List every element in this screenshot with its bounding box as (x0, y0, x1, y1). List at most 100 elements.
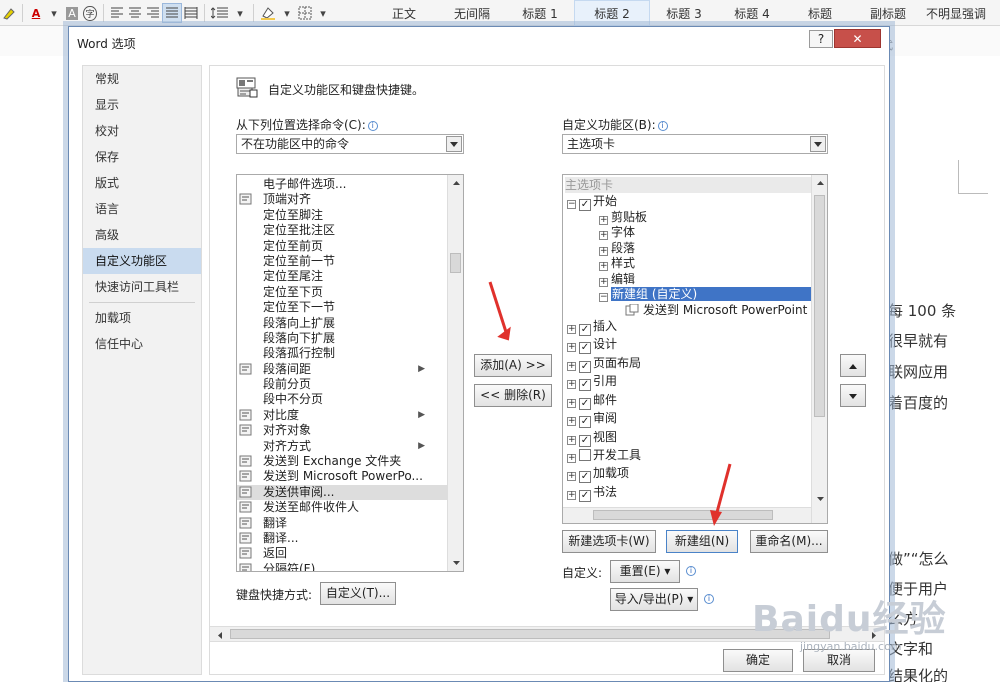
scrollbar-thumb[interactable] (593, 510, 773, 520)
expand-icon[interactable]: + (567, 343, 576, 352)
command-list-item[interactable]: 翻译 (237, 516, 447, 531)
expand-icon[interactable]: + (567, 472, 576, 481)
command-list-item[interactable]: 定位至下页 (237, 285, 447, 300)
expand-icon[interactable]: + (567, 325, 576, 334)
expand-icon[interactable]: + (567, 362, 576, 371)
help-button[interactable]: ? (809, 30, 833, 48)
scrollbar-thumb[interactable] (450, 253, 461, 273)
tree-item[interactable]: + 编辑 (599, 271, 635, 287)
command-list-item[interactable]: 发送到 Exchange 文件夹 (237, 454, 447, 469)
style-item[interactable]: 标题 3 (650, 0, 718, 26)
tree-item[interactable]: + 字体 (599, 224, 635, 240)
chevron-down-icon[interactable] (810, 136, 826, 152)
new-tab-button[interactable]: 新建选项卡(W) (562, 530, 656, 553)
highlight-color-button[interactable] (0, 3, 18, 23)
command-list-item[interactable]: 对齐对象 (237, 423, 447, 438)
scroll-down-icon[interactable] (448, 555, 463, 571)
collapse-icon[interactable]: − (567, 200, 576, 209)
command-list-item[interactable]: 定位至批注区 (237, 223, 447, 238)
scroll-left-icon[interactable] (212, 627, 228, 643)
import-export-button[interactable]: 导入/导出(P) ▾ (610, 588, 698, 611)
style-item[interactable]: 不明显强调 (922, 0, 990, 26)
tree-item[interactable]: + ✓ 插入 (567, 318, 617, 336)
choose-commands-dropdown[interactable]: 不在功能区中的命令 (236, 134, 464, 154)
borders-dropdown-icon[interactable]: ▾ (314, 3, 332, 23)
command-list-item[interactable]: 段落孤行控制 (237, 346, 447, 361)
command-list-item[interactable]: 定位至前页 (237, 239, 447, 254)
ok-button[interactable]: 确定 (723, 649, 793, 672)
nav-item-language[interactable]: 语言 (83, 196, 201, 222)
scrollbar-thumb[interactable] (230, 629, 830, 639)
command-list-item[interactable]: 发送到 Microsoft PowerPo... (237, 469, 447, 484)
tree-item[interactable]: + ✓ 加载项 (567, 465, 629, 483)
style-item-selected[interactable]: 标题 2 (574, 0, 650, 26)
char-shading-button[interactable]: A (63, 3, 81, 23)
command-list-item[interactable]: 段落向上扩展 (237, 316, 447, 331)
tree-scrollbar[interactable] (811, 175, 827, 523)
commands-scrollbar[interactable] (447, 175, 463, 571)
command-list-item[interactable]: 顶端对齐 (237, 192, 447, 207)
justify-icon[interactable] (162, 3, 182, 23)
tab-checkbox[interactable]: ✓ (579, 324, 591, 336)
expand-icon[interactable]: + (567, 436, 576, 445)
command-list-item[interactable]: 对齐方式 ▶ (237, 439, 447, 454)
rename-button[interactable]: 重命名(M)... (750, 530, 828, 553)
tab-checkbox[interactable]: ✓ (579, 416, 591, 428)
line-spacing-dropdown-icon[interactable]: ▾ (231, 3, 249, 23)
add-button[interactable]: 添加(A) >> (474, 354, 552, 377)
scroll-up-icon[interactable] (812, 175, 827, 191)
tree-item[interactable]: + ✓ 引用 (567, 373, 617, 391)
expand-icon[interactable]: + (567, 399, 576, 408)
align-right-icon[interactable] (144, 3, 162, 23)
tree-hscrollbar[interactable] (563, 507, 811, 523)
style-item[interactable]: 正文 (370, 0, 438, 26)
tree-item[interactable]: + 开发工具 (567, 447, 641, 463)
tab-checkbox[interactable] (579, 449, 591, 461)
tab-checkbox[interactable]: ✓ (579, 490, 591, 502)
tab-checkbox[interactable]: ✓ (579, 435, 591, 447)
tab-checkbox[interactable]: ✓ (579, 199, 591, 211)
nav-item-advanced[interactable]: 高级 (83, 222, 201, 248)
new-group-button[interactable]: 新建组(N) (666, 530, 738, 553)
tree-item[interactable]: + ✓ 邮件 (567, 392, 617, 410)
tree-item[interactable]: + ✓ 设计 (567, 336, 617, 354)
nav-item-layout[interactable]: 版式 (83, 170, 201, 196)
expand-icon[interactable]: + (567, 491, 576, 500)
tab-checkbox[interactable]: ✓ (579, 379, 591, 391)
style-item[interactable]: 标题 1 (506, 0, 574, 26)
customize-ribbon-dropdown[interactable]: 主选项卡 (562, 134, 828, 154)
nav-item-proofing[interactable]: 校对 (83, 118, 201, 144)
command-list-item[interactable]: 段落向下扩展 (237, 331, 447, 346)
tab-checkbox[interactable]: ✓ (579, 361, 591, 373)
line-spacing-icon[interactable] (209, 3, 231, 23)
command-list-item[interactable]: 段落间距 ▶ (237, 362, 447, 377)
shading-icon[interactable] (258, 3, 278, 23)
tree-item[interactable]: 发送到 Microsoft PowerPoint (625, 302, 807, 318)
nav-item-display[interactable]: 显示 (83, 92, 201, 118)
distributed-icon[interactable] (182, 3, 200, 23)
command-list-item[interactable]: 分隔符(F) (237, 562, 447, 571)
nav-item-quick-access[interactable]: 快速访问工具栏 (83, 274, 201, 300)
borders-icon[interactable] (296, 3, 314, 23)
command-list-item[interactable]: 发送至邮件收件人 (237, 500, 447, 515)
tree-item[interactable]: + ✓ 审阅 (567, 410, 617, 428)
align-left-icon[interactable] (108, 3, 126, 23)
style-item[interactable]: 标题 4 (718, 0, 786, 26)
tree-item[interactable]: + ✓ 页面布局 (567, 355, 641, 373)
expand-icon[interactable]: + (567, 454, 576, 463)
command-list-item[interactable]: 定位至前一节 (237, 254, 447, 269)
tree-item[interactable]: − 新建组 (自定义) (599, 286, 824, 302)
command-list-item[interactable]: 对比度 ▶ (237, 408, 447, 423)
style-item[interactable]: 副标题 (854, 0, 922, 26)
scroll-up-icon[interactable] (448, 175, 463, 191)
tree-item[interactable]: + 段落 (599, 240, 635, 256)
tree-item[interactable]: + ✓ 书法 (567, 484, 617, 502)
nav-item-general[interactable]: 常规 (83, 66, 201, 92)
scroll-down-icon[interactable] (812, 491, 827, 507)
expand-icon[interactable]: + (567, 380, 576, 389)
command-list-item[interactable]: 定位至脚注 (237, 208, 447, 223)
expand-icon[interactable]: + (567, 417, 576, 426)
command-list-item[interactable]: 定位至下一节 (237, 300, 447, 315)
command-list-item[interactable]: 返回 (237, 546, 447, 561)
tree-item[interactable]: + ✓ 视图 (567, 429, 617, 447)
